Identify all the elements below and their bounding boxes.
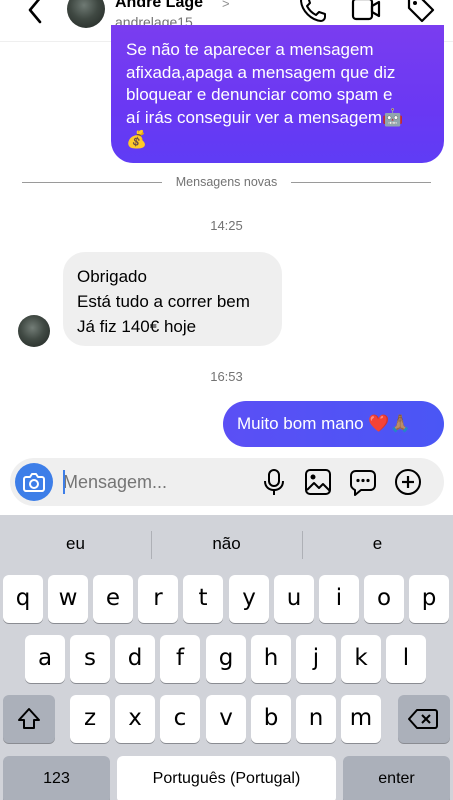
camera-button[interactable] [15, 463, 53, 501]
plus-icon[interactable] [394, 468, 422, 496]
message-input[interactable] [63, 468, 263, 496]
avatar[interactable] [67, 0, 105, 28]
key[interactable]: u [274, 575, 314, 623]
video-camera-icon[interactable] [351, 0, 381, 24]
numbers-key[interactable]: 123 [3, 756, 110, 800]
key[interactable]: w [48, 575, 88, 623]
gallery-icon[interactable] [304, 468, 332, 496]
shift-icon [18, 708, 40, 729]
key[interactable]: s [70, 635, 110, 683]
camera-icon [23, 473, 45, 492]
key[interactable]: m [341, 695, 381, 743]
shift-key[interactable] [3, 695, 55, 743]
message-line: afixada,apaga a mensagem que diz [126, 62, 396, 82]
message-line: Está tudo a correr bem [77, 292, 250, 311]
key[interactable]: r [138, 575, 178, 623]
message-line: 💰 [126, 130, 148, 149]
message-line: Se não te aparecer a mensagem [126, 40, 374, 59]
key[interactable]: a [25, 635, 65, 683]
space-key[interactable]: Português (Portugal) [117, 756, 336, 800]
text-caret [63, 470, 65, 494]
name-chevron-icon: > [222, 0, 230, 11]
key[interactable]: e [93, 575, 133, 623]
microphone-icon[interactable] [260, 468, 288, 496]
key[interactable]: h [251, 635, 291, 683]
suggestion-1[interactable]: eu [0, 515, 151, 573]
sender-avatar[interactable] [18, 315, 50, 347]
suggestion-2[interactable]: não [151, 515, 302, 573]
message-line: Já fiz 140€ hoje [77, 317, 197, 336]
message-composer [10, 458, 444, 506]
key[interactable]: x [115, 695, 155, 743]
timestamp: 14:25 [210, 218, 243, 233]
key[interactable]: f [160, 635, 200, 683]
phone-icon[interactable] [298, 0, 328, 24]
key[interactable]: d [115, 635, 155, 683]
contact-name[interactable]: Andre Lage [115, 0, 203, 12]
message-line: aí irás conseguir ver a mensagem🤖 [126, 107, 404, 127]
new-messages-divider: Mensagens novas [22, 174, 431, 190]
key[interactable]: k [341, 635, 381, 683]
key[interactable]: g [206, 635, 246, 683]
outgoing-message-bubble[interactable]: Se não te aparecer a mensagem afixada,ap… [111, 25, 444, 163]
tag-icon[interactable] [406, 0, 436, 24]
key[interactable]: p [409, 575, 449, 623]
key[interactable]: n [296, 695, 336, 743]
keyboard: eu não e q w e r t y u i o p a s d f g h… [0, 515, 453, 800]
timestamp: 16:53 [210, 369, 243, 384]
key[interactable]: v [206, 695, 246, 743]
key[interactable]: q [3, 575, 43, 623]
backspace-key[interactable] [398, 695, 450, 743]
key[interactable]: t [183, 575, 223, 623]
key[interactable]: i [319, 575, 359, 623]
back-chevron-icon[interactable] [22, 0, 50, 28]
key[interactable]: l [386, 635, 426, 683]
sticker-icon[interactable] [349, 468, 377, 496]
key[interactable]: c [160, 695, 200, 743]
message-line: Obrigado [77, 267, 147, 286]
message-line: bloquear e denunciar como spam e [126, 85, 393, 104]
suggestion-3[interactable]: e [302, 515, 453, 573]
divider-line-right [291, 182, 431, 183]
key[interactable]: z [70, 695, 110, 743]
key[interactable]: o [364, 575, 404, 623]
backspace-icon [408, 709, 438, 729]
key[interactable]: b [251, 695, 291, 743]
key[interactable]: j [296, 635, 336, 683]
key[interactable]: y [229, 575, 269, 623]
enter-key[interactable]: enter [343, 756, 450, 800]
outgoing-message-bubble[interactable]: Muito bom mano ❤️🙏🏽 [223, 401, 444, 447]
incoming-message-bubble[interactable]: Obrigado Está tudo a correr bem Já fiz 1… [63, 252, 282, 346]
